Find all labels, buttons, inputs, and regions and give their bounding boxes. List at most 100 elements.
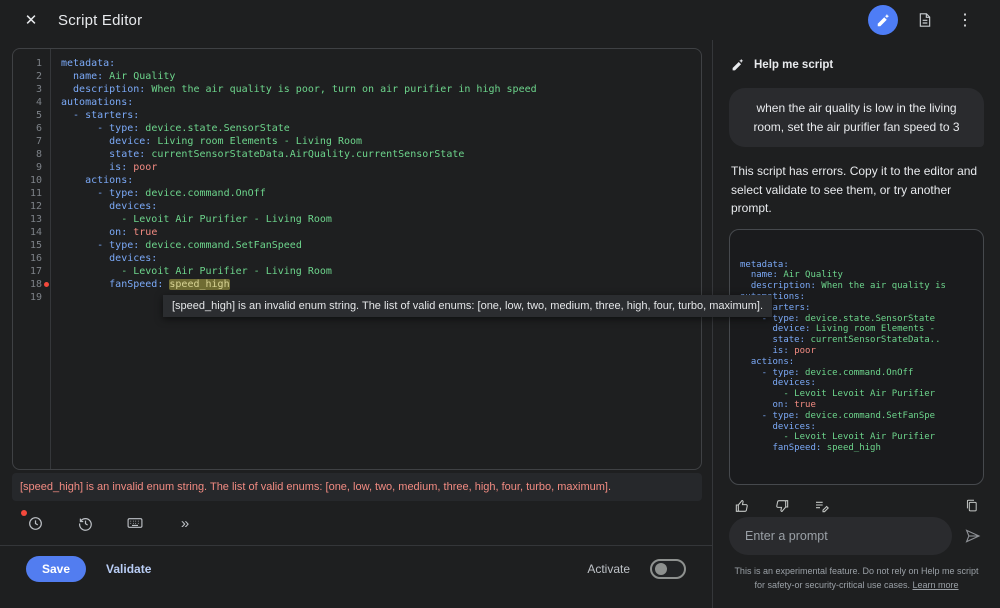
keyboard-shortcuts-button[interactable] [124, 512, 146, 534]
learn-more-link[interactable]: Learn more [913, 580, 959, 590]
code-line[interactable]: name: Air Quality [61, 70, 701, 83]
pen-spark-icon [876, 13, 891, 28]
code-line[interactable]: devices: [61, 252, 701, 265]
validate-button[interactable]: Validate [106, 562, 151, 576]
line-number: 3 [13, 83, 42, 96]
error-message-bar: [speed_high] is an invalid enum string. … [12, 473, 702, 501]
copy-icon [964, 498, 979, 513]
activate-label: Activate [587, 562, 630, 576]
code-token: is: [740, 346, 789, 356]
code-line: - type: device.state.SensorState [740, 314, 973, 325]
activate-toggle[interactable] [650, 559, 686, 579]
code-token: devices: [61, 253, 157, 264]
code-token: Air Quality [778, 270, 843, 280]
code-editor[interactable]: 12345678910111213141516171819 metadata: … [12, 48, 702, 470]
code-line[interactable]: devices: [61, 200, 701, 213]
code-token: Living room Elements - [810, 324, 935, 334]
code-token: - type: [740, 368, 800, 378]
close-icon: ✕ [25, 11, 38, 29]
line-number: 4 [13, 96, 42, 109]
error-message: [speed_high] is an invalid enum string. … [20, 481, 611, 493]
document-icon [917, 12, 933, 28]
code-token: currentSensorStateData.. [805, 335, 940, 345]
line-number: 11 [13, 187, 42, 200]
code-line: devices: [740, 422, 973, 433]
code-line[interactable]: automations: [61, 96, 701, 109]
code-line[interactable]: device: Living room Elements - Living Ro… [61, 135, 701, 148]
code-token: on: [61, 227, 127, 238]
code-line[interactable]: - Levoit Air Purifier - Living Room [61, 213, 701, 226]
editor-gutter: 12345678910111213141516171819 [13, 49, 51, 469]
pen-spark-icon [731, 58, 745, 72]
code-token: name: [740, 270, 778, 280]
send-button[interactable] [962, 525, 984, 547]
topbar: ✕ Script Editor ⋮ [0, 0, 1000, 40]
code-token: currentSensorStateData.AirQuality.curren… [145, 149, 464, 160]
code-token: device: [740, 324, 810, 334]
more-options-button[interactable]: ⋮ [952, 7, 978, 33]
line-number: 19 [13, 291, 42, 304]
problems-button[interactable] [24, 512, 46, 534]
prompt-input[interactable] [729, 517, 952, 555]
thumbs-up-button[interactable] [733, 497, 751, 515]
line-number: 7 [13, 135, 42, 148]
code-line: metadata: [740, 260, 973, 271]
code-line: actions: [740, 357, 973, 368]
history-icon [77, 515, 94, 532]
code-token: - Levoit Levoit Air Purifier [740, 389, 935, 399]
keyboard-icon [126, 514, 144, 532]
code-token: on: [740, 400, 789, 410]
code-line: on: true [740, 400, 973, 411]
copy-script-button[interactable] [962, 497, 980, 515]
code-line: name: Air Quality [740, 270, 973, 281]
close-button[interactable]: ✕ [18, 7, 44, 33]
help-me-script-button[interactable] [868, 5, 898, 35]
code-line[interactable]: metadata: [61, 57, 701, 70]
code-line: description: When the air quality is [740, 281, 973, 292]
code-token: speed_high [169, 279, 229, 290]
error-dot [44, 282, 50, 288]
code-token: - starters: [61, 110, 139, 121]
history-button[interactable] [74, 512, 96, 534]
code-line[interactable]: - type: device.command.SetFanSpeed [61, 239, 701, 252]
code-token: - type: [61, 240, 139, 251]
code-line[interactable]: fanSpeed: speed_high [61, 278, 701, 291]
code-line[interactable]: - Levoit Air Purifier - Living Room [61, 265, 701, 278]
editor-toolbar: » [0, 501, 712, 545]
code-token: actions: [61, 175, 133, 186]
code-token: fanSpeed: [740, 443, 821, 453]
code-token: true [127, 227, 157, 238]
assistant-response: This script has errors. Copy it to the e… [731, 162, 982, 218]
thumbs-down-button[interactable] [773, 497, 791, 515]
code-line[interactable]: state: currentSensorStateData.AirQuality… [61, 148, 701, 161]
code-line[interactable]: on: true [61, 226, 701, 239]
code-line[interactable]: - type: device.command.OnOff [61, 187, 701, 200]
line-number: 10 [13, 174, 42, 187]
expand-toolbar-button[interactable]: » [174, 512, 196, 534]
code-token: device.command.SetFanSpeed [139, 240, 302, 251]
code-token: fanSpeed: [61, 279, 163, 290]
line-number: 8 [13, 148, 42, 161]
script-examples-button[interactable] [912, 7, 938, 33]
edit-script-button[interactable] [813, 497, 831, 515]
experimental-disclaimer: This is an experimental feature. Do not … [729, 565, 984, 594]
code-line: - Levoit Levoit Air Purifier [740, 432, 973, 443]
code-line[interactable]: - starters: [61, 109, 701, 122]
code-line[interactable]: actions: [61, 174, 701, 187]
feedback-row [733, 497, 980, 515]
code-token: automations: [61, 97, 133, 108]
code-line: state: currentSensorStateData.. [740, 335, 973, 346]
code-line[interactable]: is: poor [61, 161, 701, 174]
line-number: 1 [13, 57, 42, 70]
code-token: devices: [740, 422, 816, 432]
code-token: - type: [740, 411, 800, 421]
line-number: 17 [13, 265, 42, 278]
prompt-row [729, 517, 984, 555]
code-line[interactable]: - type: device.state.SensorState [61, 122, 701, 135]
code-line[interactable]: description: When the air quality is poo… [61, 83, 701, 96]
save-button[interactable]: Save [26, 556, 86, 582]
line-number: 6 [13, 122, 42, 135]
code-token: state: [61, 149, 145, 160]
error-tooltip: [speed_high] is an invalid enum string. … [163, 295, 772, 317]
line-number: 13 [13, 213, 42, 226]
